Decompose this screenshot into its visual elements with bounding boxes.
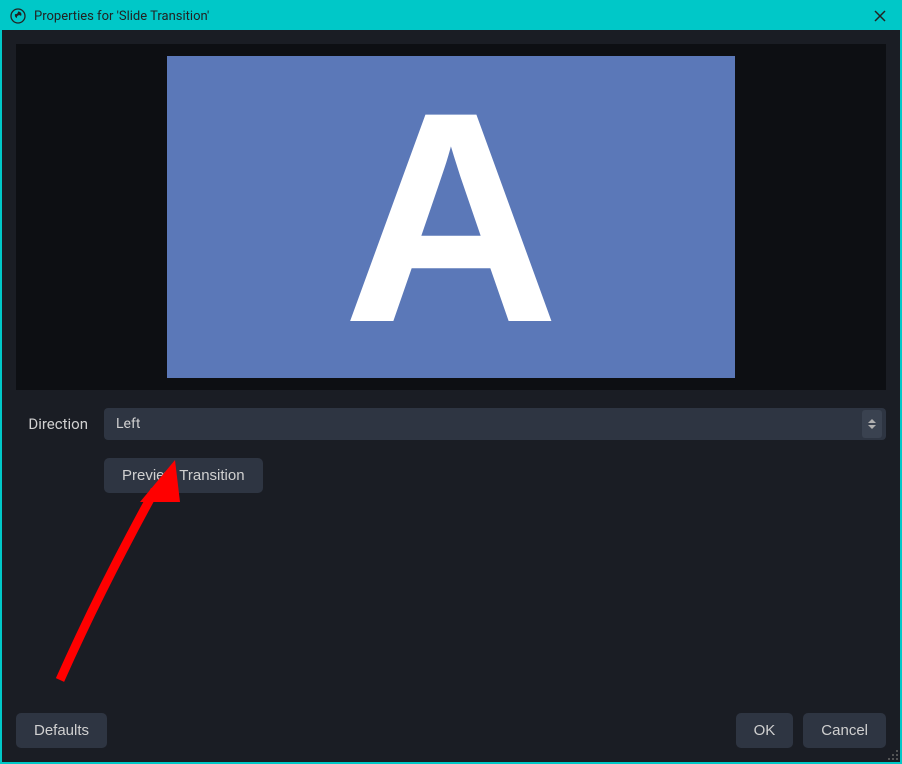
window-title: Properties for 'Slide Transition' (34, 9, 860, 24)
titlebar[interactable]: Properties for 'Slide Transition' (2, 2, 900, 30)
dialog-footer: Defaults OK Cancel (2, 713, 900, 762)
defaults-button[interactable]: Defaults (16, 713, 107, 748)
preview-area: A (16, 44, 886, 390)
direction-value: Left (116, 416, 862, 432)
direction-row: Direction Left (16, 408, 886, 440)
preview-canvas: A (167, 56, 735, 378)
preview-transition-button[interactable]: Preview Transition (104, 458, 263, 493)
close-icon (874, 10, 886, 22)
preview-button-row: Preview Transition (104, 458, 886, 493)
chevron-up-icon (868, 419, 876, 423)
cancel-button[interactable]: Cancel (803, 713, 886, 748)
chevron-down-icon (868, 425, 876, 429)
dialog-content: A Direction Left Preview Transition (2, 30, 900, 713)
direction-label: Direction (16, 415, 88, 433)
preview-letter: A (343, 67, 560, 367)
dropdown-spinner-icon (862, 410, 882, 438)
close-button[interactable] (868, 4, 892, 28)
obs-icon (10, 8, 26, 24)
ok-button[interactable]: OK (736, 713, 794, 748)
direction-dropdown[interactable]: Left (104, 408, 886, 440)
properties-dialog: Properties for 'Slide Transition' A Dire… (0, 0, 902, 764)
